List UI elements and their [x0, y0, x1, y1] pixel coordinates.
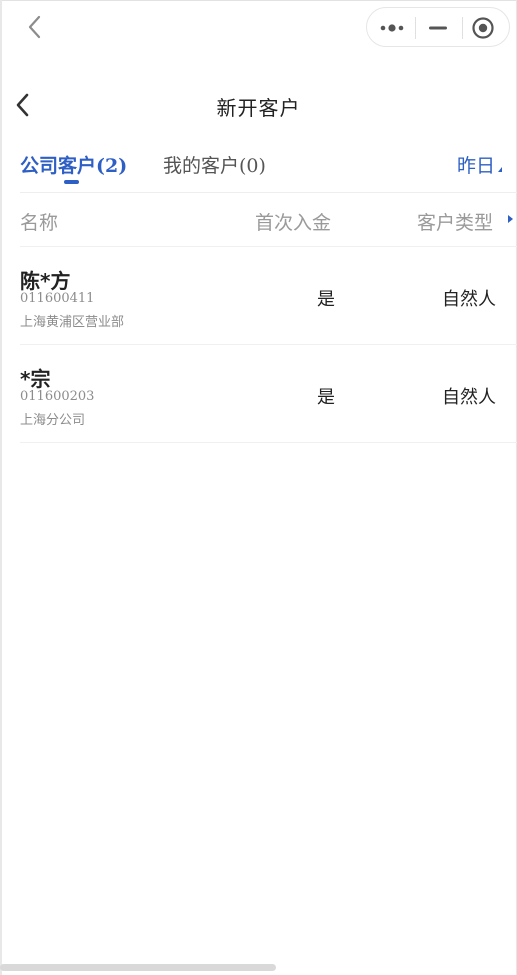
client-name: 陈*方: [20, 269, 71, 293]
tab-label: 公司客户: [20, 155, 97, 177]
first-deposit-value: 是: [317, 289, 335, 310]
date-filter-dropdown[interactable]: 昨日: [457, 151, 502, 178]
chevron-left-icon[interactable]: [22, 12, 50, 42]
mini-program-capsule: [366, 7, 510, 47]
window-left-border: [0, 0, 2, 975]
more-dots-icon[interactable]: [379, 19, 407, 37]
window-top-border: [0, 0, 517, 1]
column-header-client-type: 客户类型: [417, 212, 494, 234]
client-type-value: 自然人: [442, 387, 496, 408]
divider: [20, 192, 517, 193]
table-row[interactable]: 陈*方 011600411 上海黄浦区营业部 是 自然人: [0, 247, 517, 345]
horizontal-scrollbar[interactable]: [0, 964, 276, 971]
target-close-icon[interactable]: [471, 16, 495, 40]
client-branch: 上海分公司: [20, 413, 86, 428]
client-type-value: 自然人: [442, 289, 496, 310]
client-name: *宗: [20, 367, 51, 391]
divider: [20, 442, 517, 443]
tab-my-clients[interactable]: 我的客户(0): [163, 151, 266, 178]
tab-count: (0): [239, 155, 266, 177]
active-tab-indicator: [64, 180, 79, 184]
column-header-first-deposit: 首次入金: [255, 212, 332, 234]
tab-company-clients[interactable]: 公司客户(2): [20, 151, 127, 178]
client-code: 011600203: [20, 389, 95, 404]
capsule-divider: [415, 17, 416, 39]
client-code: 011600411: [20, 291, 95, 306]
first-deposit-value: 是: [317, 387, 335, 408]
client-branch: 上海黄浦区营业部: [20, 315, 125, 330]
dropdown-triangle-icon: [498, 167, 502, 172]
page-title: 新开客户: [216, 96, 301, 120]
tab-label: 我的客户: [163, 155, 240, 177]
table-row[interactable]: *宗 011600203 上海分公司 是 自然人: [0, 345, 517, 443]
capsule-divider: [462, 17, 463, 39]
scroll-right-arrow-icon[interactable]: [508, 215, 513, 223]
minimize-icon[interactable]: [427, 19, 451, 37]
date-filter-label: 昨日: [456, 155, 495, 177]
tab-count: (2): [96, 155, 128, 177]
column-header-name: 名称: [20, 212, 59, 234]
